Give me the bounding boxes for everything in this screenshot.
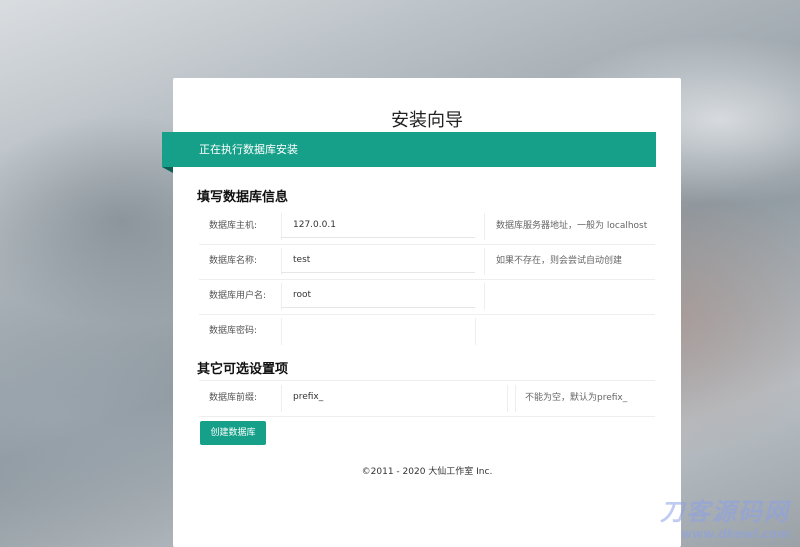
db-password-row: 数据库密码:	[199, 314, 655, 349]
banner-fold	[162, 167, 173, 173]
divider	[484, 248, 485, 275]
db-host-row: 数据库主机: 127.0.0.1 数据库服务器地址，一般为 localhost	[199, 209, 655, 245]
divider	[484, 283, 485, 310]
db-prefix-input[interactable]: prefix_	[281, 384, 505, 410]
db-prefix-hint: 不能为空，默认为prefix_	[525, 393, 628, 403]
watermark-name: 刀客源码网	[660, 498, 790, 526]
db-name-input[interactable]: test	[281, 247, 475, 273]
db-host-input[interactable]: 127.0.0.1	[281, 212, 475, 238]
status-banner: 正在执行数据库安装	[162, 132, 656, 167]
db-name-hint: 如果不存在，则会尝试自动创建	[496, 256, 623, 266]
db-prefix-row: 数据库前缀: prefix_ 不能为空，默认为prefix_	[199, 380, 655, 417]
divider	[484, 213, 485, 240]
db-host-hint: 数据库服务器地址，一般为 localhost	[496, 221, 648, 231]
db-user-label: 数据库用户名:	[209, 291, 267, 301]
page-title: 安装向导	[391, 110, 463, 131]
db-password-label: 数据库密码:	[209, 326, 258, 336]
db-user-row: 数据库用户名: root	[199, 279, 655, 315]
db-user-input[interactable]: root	[281, 282, 475, 308]
divider	[475, 318, 476, 345]
footer-copyright: ©2011 - 2020 大仙工作室 Inc.	[361, 467, 493, 477]
create-database-button[interactable]: 创建数据库	[200, 421, 266, 445]
db-prefix-label: 数据库前缀:	[209, 393, 258, 403]
divider	[507, 385, 508, 412]
db-name-label: 数据库名称:	[209, 256, 258, 266]
db-host-label: 数据库主机:	[209, 221, 258, 231]
watermark: 刀客源码网 www.dkewl.com	[660, 492, 790, 541]
section-title-optional: 其它可选设置项	[197, 362, 289, 377]
watermark-url: www.dkewl.com	[681, 527, 790, 541]
db-password-input[interactable]	[281, 317, 475, 343]
divider	[515, 385, 516, 412]
install-panel: 安装向导 正在执行数据库安装 填写数据库信息 数据库主机: 127.0.0.1 …	[162, 78, 681, 547]
section-title-db: 填写数据库信息	[197, 190, 289, 205]
db-name-row: 数据库名称: test 如果不存在，则会尝试自动创建	[199, 244, 655, 280]
